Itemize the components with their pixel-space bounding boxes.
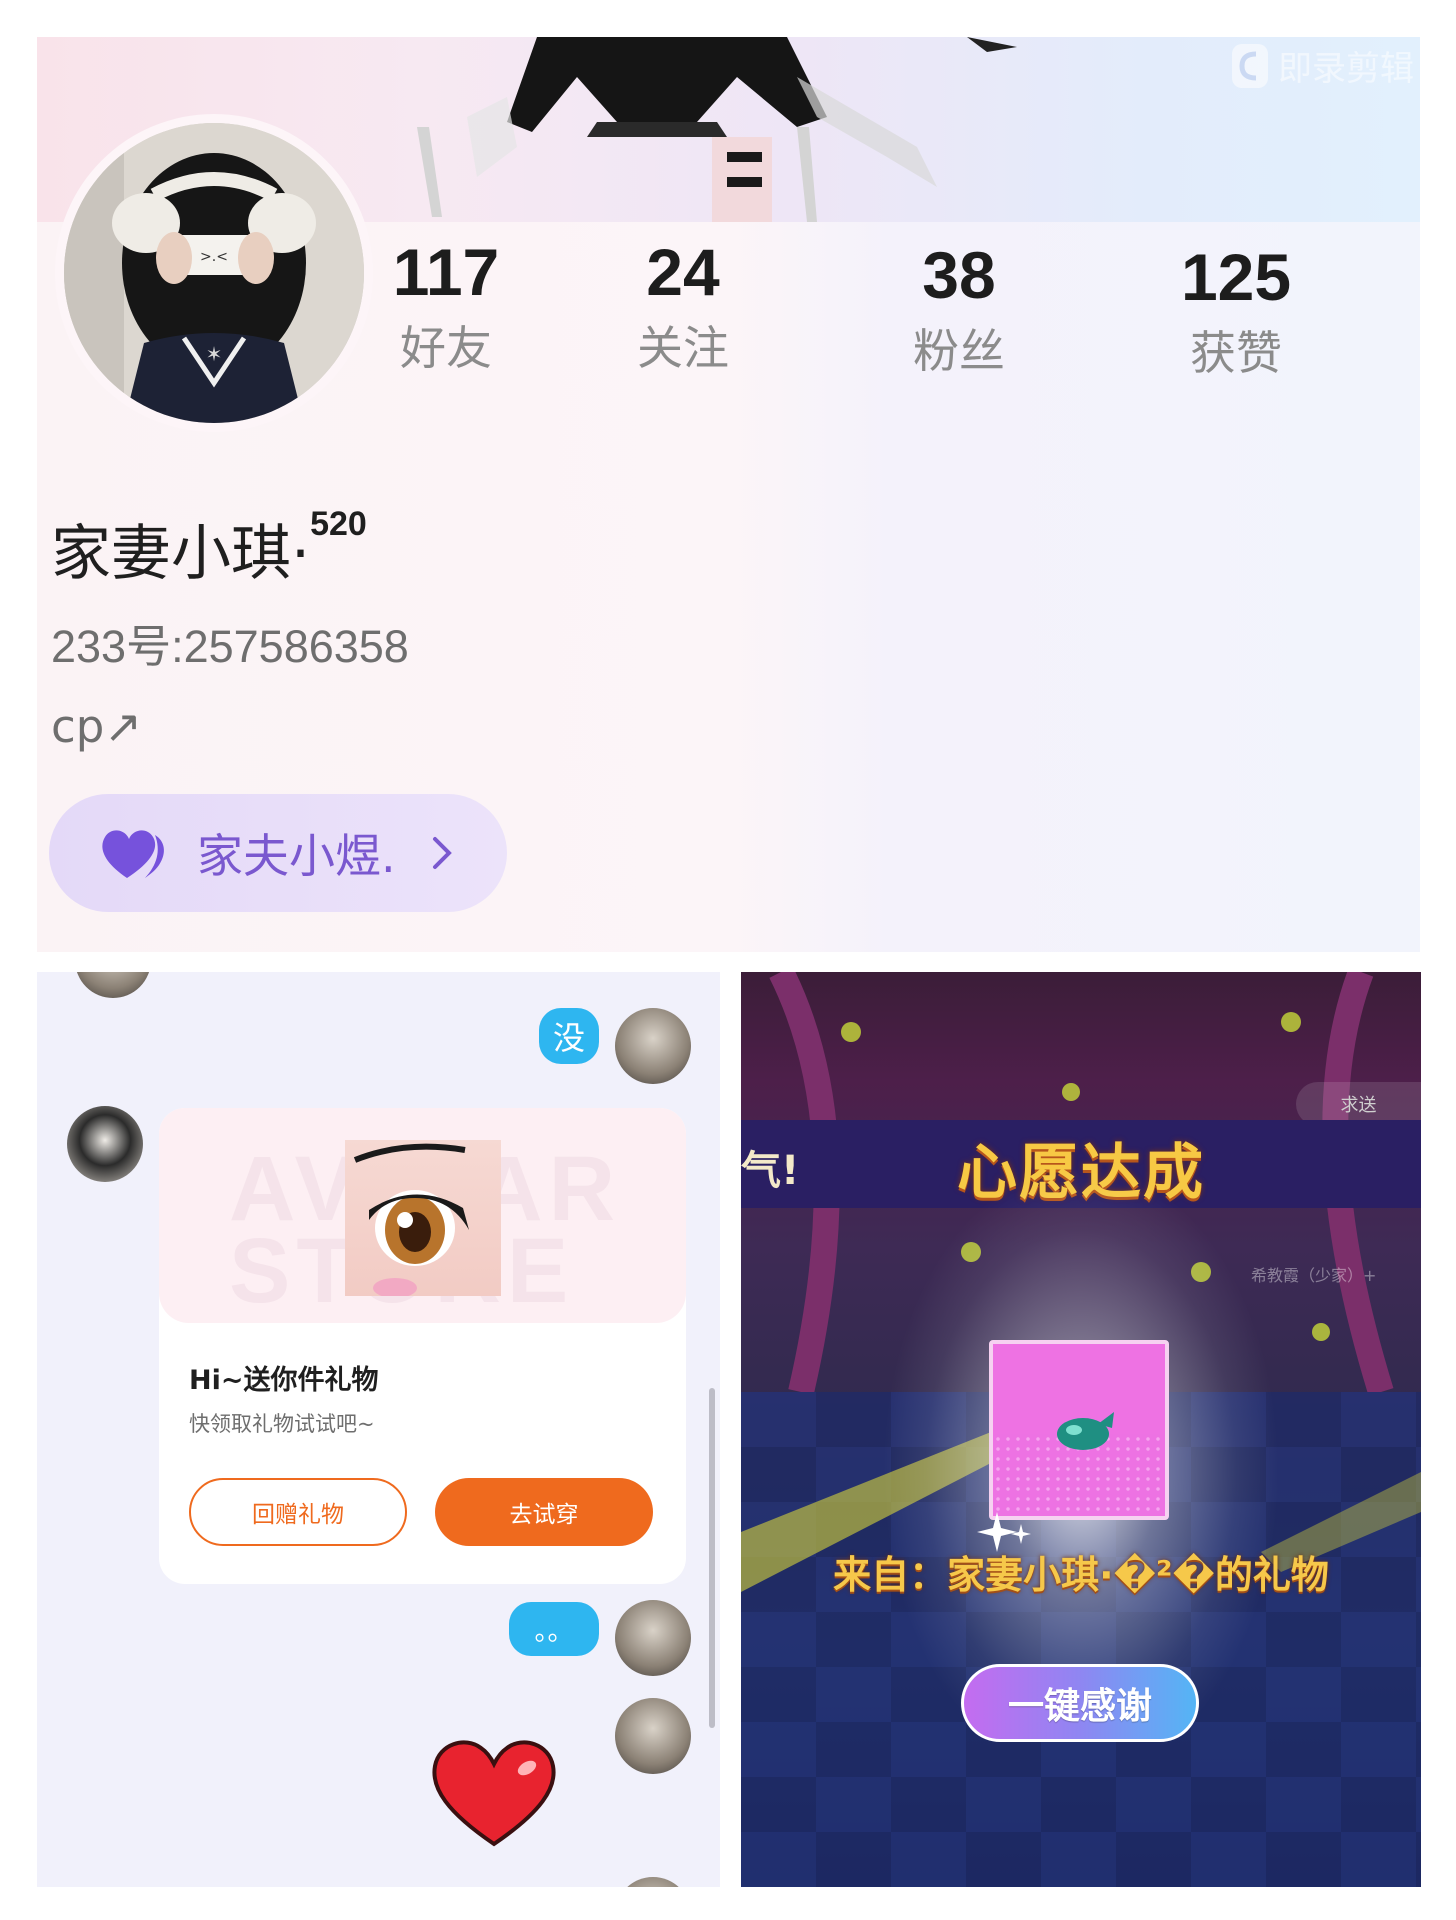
chat-avatar-partial[interactable]	[75, 972, 151, 998]
chat-avatar-self[interactable]	[615, 1008, 691, 1084]
stat-friends[interactable]: 117 好友	[336, 237, 556, 375]
chat-avatar-self-2[interactable]	[615, 1600, 691, 1676]
watermark-text: 即录剪辑	[1278, 49, 1414, 89]
gift-item-image	[345, 1140, 501, 1296]
chat-avatar-self-3[interactable]	[615, 1698, 691, 1774]
wish-fulfilled-panel: 求送 气! 心愿达成 希教霞（少家）+ 来自：家妻小琪·�²�的礼物 一键感谢	[741, 972, 1421, 1887]
double-heart-icon	[102, 830, 164, 878]
svg-text:>.<: >.<	[200, 249, 228, 265]
cp-partner-name: 家夫小煜.	[197, 829, 396, 883]
username-suffix: 520	[310, 505, 367, 543]
stat-fans-label: 粉丝	[913, 324, 1005, 378]
chat-message-text-2: 。。	[534, 1616, 574, 1647]
app-watermark: 即录剪辑	[1230, 41, 1414, 90]
return-gift-button[interactable]: 回赠礼物	[189, 1478, 407, 1546]
stat-likes-label: 获赞	[1190, 326, 1282, 380]
svg-text:✶: ✶	[206, 342, 223, 366]
thank-all-button[interactable]: 一键感谢	[961, 1664, 1199, 1742]
chat-message-bubble-2[interactable]: 。。	[509, 1602, 599, 1656]
gift-item-icon	[1057, 1412, 1114, 1450]
chat-avatar-sender[interactable]	[67, 1106, 143, 1182]
gift-message-card[interactable]: AVATAR STORE Hi~送你件礼物 快领取礼物试试吧~ 回赠礼物 去试穿	[159, 1108, 686, 1584]
chat-avatar-partial-bottom[interactable]	[615, 1877, 691, 1887]
profile-user-id: 233号:257586358	[51, 621, 409, 672]
stat-following-value: 24	[646, 235, 720, 309]
stat-fans-value: 38	[922, 238, 996, 312]
chat-panel: 没 AVATAR STORE Hi~送你件礼物 快领取礼物试试吧~ 回赠礼物 去…	[37, 972, 720, 1887]
gift-card-header: AVATAR STORE	[159, 1108, 686, 1323]
username-text: 家妻小琪·	[51, 519, 311, 589]
gift-card-title: Hi~送你件礼物	[189, 1365, 379, 1396]
heart-sticker-icon[interactable]	[427, 1732, 561, 1852]
chat-scrollbar[interactable]	[709, 1388, 715, 1728]
profile-avatar[interactable]: >.< ✶	[55, 114, 373, 432]
stat-following-label: 关注	[637, 321, 729, 375]
watermark-logo-icon	[1232, 43, 1268, 88]
profile-panel: 即录剪辑 >.< ✶ 117 好友 24 关注 38 粉丝 125 获赞 家妻小…	[37, 37, 1420, 952]
chat-message-bubble[interactable]: 没	[539, 1008, 599, 1064]
stat-likes[interactable]: 125 获赞	[1126, 242, 1346, 380]
profile-username: 家妻小琪·520	[51, 505, 367, 592]
stat-friends-label: 好友	[400, 321, 492, 375]
gift-card-subtitle: 快领取礼物试试吧~	[189, 1412, 375, 1436]
stat-friends-value: 117	[392, 235, 500, 309]
stat-fans[interactable]: 38 粉丝	[849, 240, 1069, 378]
cp-partner-chip[interactable]: 家夫小煜.	[49, 794, 507, 912]
chat-message-text: 没	[552, 1019, 585, 1057]
gift-from-text: 来自：家妻小琪·�²�的礼物	[833, 1553, 1329, 1597]
profile-bio: cp↗	[51, 700, 143, 753]
received-gift-card	[989, 1340, 1169, 1520]
try-on-button[interactable]: 去试穿	[435, 1478, 653, 1546]
stat-likes-value: 125	[1180, 240, 1292, 314]
chevron-right-icon	[432, 837, 452, 869]
anime-eye-illustration	[353, 1143, 469, 1296]
profile-avatar-photo: >.< ✶	[64, 123, 364, 423]
stat-following[interactable]: 24 关注	[573, 237, 793, 375]
